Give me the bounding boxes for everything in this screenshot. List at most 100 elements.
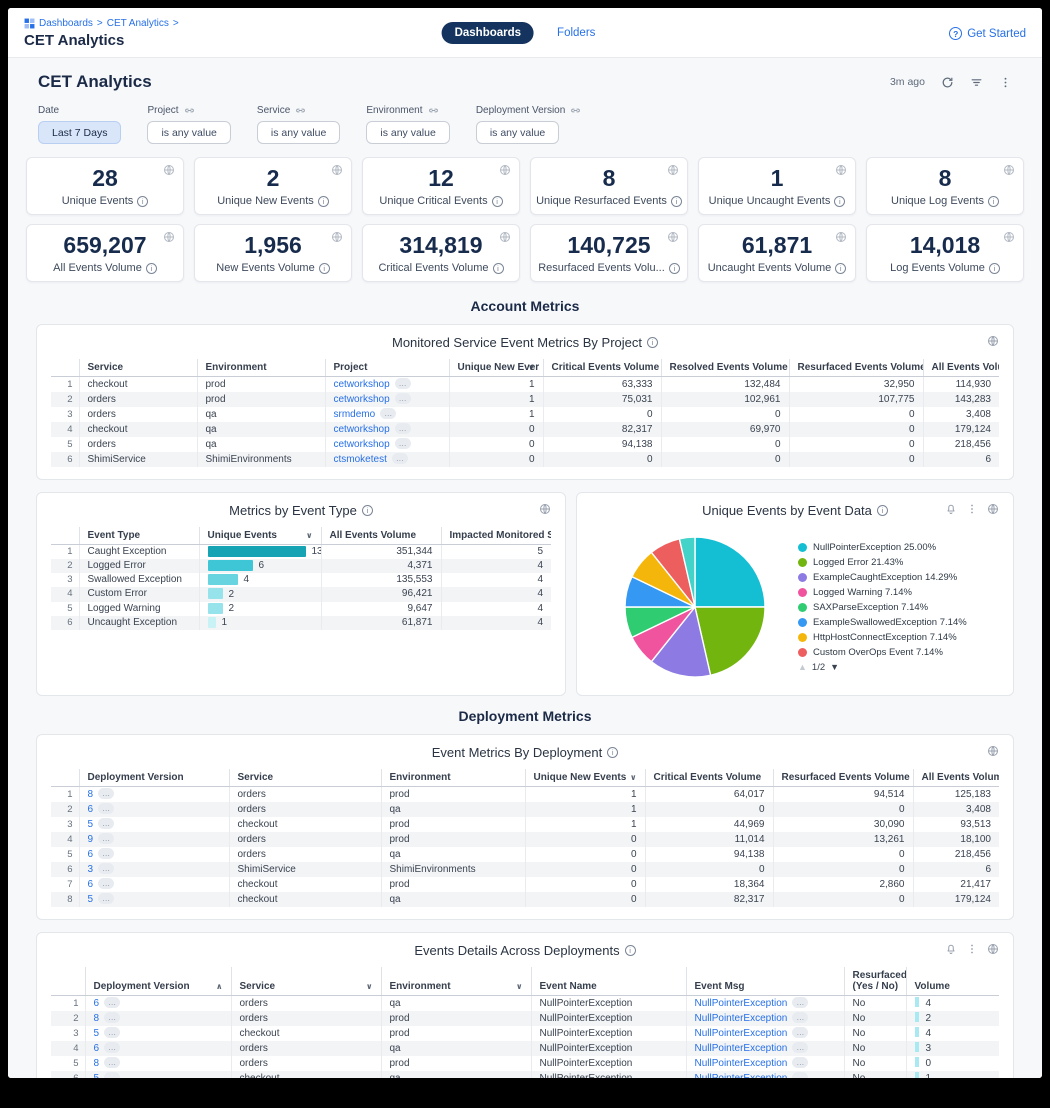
info-icon[interactable]: i <box>834 196 845 207</box>
ellipsis-badge[interactable]: … <box>104 1057 120 1068</box>
cell-link[interactable]: 9 <box>88 834 94 845</box>
ellipsis-badge[interactable]: … <box>792 997 808 1008</box>
column-header-event-type[interactable]: Event Type <box>79 527 199 545</box>
column-header-resurfaced-events-volume[interactable]: Resurfaced Events Volume <box>773 769 913 787</box>
ellipsis-badge[interactable]: … <box>98 863 114 874</box>
column-header-unique-events[interactable]: ∨Unique Events <box>199 527 321 545</box>
column-header-event-msg[interactable]: Event Msg <box>686 967 844 996</box>
ellipsis-badge[interactable]: … <box>98 788 114 799</box>
legend-item[interactable]: ExampleCaughtException 14.29% <box>798 572 978 584</box>
cell-link[interactable]: 8 <box>94 1013 100 1024</box>
refresh-icon[interactable] <box>941 76 954 89</box>
cell-link[interactable]: cetworkshop <box>334 439 390 450</box>
cell-link[interactable]: 5 <box>88 894 94 905</box>
info-icon[interactable]: i <box>877 505 888 516</box>
ellipsis-badge[interactable]: … <box>395 393 411 404</box>
globe-icon[interactable] <box>539 503 551 515</box>
column-header-all-events-volume[interactable]: All Events Volume <box>321 527 441 545</box>
kebab-menu-icon[interactable] <box>999 76 1012 89</box>
column-header-critical-events-volume[interactable]: Critical Events Volume <box>645 769 773 787</box>
info-icon[interactable]: i <box>669 263 680 274</box>
info-icon[interactable]: i <box>607 747 618 758</box>
ellipsis-badge[interactable]: … <box>395 423 411 434</box>
info-icon[interactable]: i <box>835 263 846 274</box>
column-header-event-name[interactable]: Event Name <box>531 967 686 996</box>
legend-page-up-icon[interactable]: ▲ <box>798 662 807 672</box>
cell-link[interactable]: NullPointerException <box>695 1013 788 1024</box>
cell-link[interactable]: ctsmoketest <box>334 454 387 465</box>
cell-link[interactable]: 5 <box>94 1028 100 1039</box>
legend-item[interactable]: ExampleSwallowedException 7.14% <box>798 617 978 629</box>
cell-link[interactable]: 6 <box>94 998 100 1009</box>
info-icon[interactable]: i <box>146 263 157 274</box>
column-header-volume[interactable]: Volume <box>906 967 999 996</box>
info-icon[interactable]: i <box>647 337 658 348</box>
breadcrumb-dashboards[interactable]: Dashboards <box>39 18 93 29</box>
legend-item[interactable]: NullPointerException 25.00% <box>798 542 978 554</box>
ellipsis-badge[interactable]: … <box>395 378 411 389</box>
cell-link[interactable]: 6 <box>88 849 94 860</box>
alert-bell-icon[interactable] <box>945 503 957 515</box>
legend-item[interactable]: HttpHostConnectException 7.14% <box>798 632 978 644</box>
globe-icon[interactable] <box>987 335 999 347</box>
cell-link[interactable]: cetworkshop <box>334 424 390 435</box>
ellipsis-badge[interactable]: … <box>98 833 114 844</box>
globe-icon[interactable] <box>835 164 847 176</box>
column-header-all-events-volume[interactable]: All Events Volume <box>923 359 999 377</box>
globe-icon[interactable] <box>331 164 343 176</box>
filter-icon[interactable] <box>970 76 983 89</box>
column-header-deployment-version[interactable]: Deployment Version <box>79 769 229 787</box>
cell-link[interactable]: 3 <box>88 864 94 875</box>
globe-icon[interactable] <box>331 231 343 243</box>
ellipsis-badge[interactable]: … <box>104 1072 120 1078</box>
cell-link[interactable]: 8 <box>94 1058 100 1069</box>
column-header-impacted-monitored-services[interactable]: Impacted Monitored Services <box>441 527 551 545</box>
sort-down-icon[interactable]: ∨ <box>630 773 637 782</box>
column-header-resurfaced[interactable]: Resurfaced(Yes / No) <box>844 967 906 996</box>
globe-icon[interactable] <box>1003 164 1015 176</box>
ellipsis-badge[interactable]: … <box>98 803 114 814</box>
info-icon[interactable]: i <box>989 263 1000 274</box>
column-header-environment[interactable]: Environment <box>197 359 325 377</box>
globe-icon[interactable] <box>499 164 511 176</box>
column-header-unique-new-events[interactable]: ∨Unique New Events <box>525 769 645 787</box>
cell-link[interactable]: cetworkshop <box>334 379 390 390</box>
column-header-unique-new-ever[interactable]: ∨Unique New Ever <box>449 359 543 377</box>
column-header-deployment-version[interactable]: ∧Deployment Version <box>85 967 231 996</box>
ellipsis-badge[interactable]: … <box>104 1042 120 1053</box>
cell-link[interactable]: NullPointerException <box>695 1073 788 1078</box>
cell-link[interactable]: NullPointerException <box>695 1043 788 1054</box>
legend-item[interactable]: Custom OverOps Event 7.14% <box>798 647 978 659</box>
cell-link[interactable]: NullPointerException <box>695 1028 788 1039</box>
filter-value-button[interactable]: Last 7 Days <box>38 121 121 144</box>
column-header-critical-events-volume[interactable]: Critical Events Volume <box>543 359 661 377</box>
legend-item[interactable]: SAXParseException 7.14% <box>798 602 978 614</box>
column-header-service[interactable]: Service <box>79 359 197 377</box>
filter-value-button[interactable]: is any value <box>257 121 340 144</box>
sort-down-icon[interactable]: ∨ <box>366 982 373 991</box>
ellipsis-badge[interactable]: … <box>104 997 120 1008</box>
kebab-menu-icon[interactable] <box>966 943 978 955</box>
info-icon[interactable]: i <box>318 196 329 207</box>
ellipsis-badge[interactable]: … <box>792 1057 808 1068</box>
ellipsis-badge[interactable]: … <box>98 818 114 829</box>
ellipsis-badge[interactable]: … <box>98 878 114 889</box>
globe-icon[interactable] <box>667 231 679 243</box>
info-icon[interactable]: i <box>137 196 148 207</box>
ellipsis-badge[interactable]: … <box>792 1027 808 1038</box>
cell-link[interactable]: 5 <box>94 1073 100 1078</box>
ellipsis-badge[interactable]: … <box>98 893 114 904</box>
globe-icon[interactable] <box>667 164 679 176</box>
tab-dashboards[interactable]: Dashboards <box>442 22 534 44</box>
ellipsis-badge[interactable]: … <box>380 408 396 419</box>
ellipsis-badge[interactable]: … <box>392 453 408 464</box>
kebab-menu-icon[interactable] <box>966 503 978 515</box>
ellipsis-badge[interactable]: … <box>98 848 114 859</box>
cell-link[interactable]: 6 <box>88 879 94 890</box>
ellipsis-badge[interactable]: … <box>792 1072 808 1078</box>
globe-icon[interactable] <box>1003 231 1015 243</box>
globe-icon[interactable] <box>835 231 847 243</box>
pie-chart[interactable] <box>612 531 778 683</box>
column-header-project[interactable]: Project <box>325 359 449 377</box>
cell-link[interactable]: 6 <box>94 1043 100 1054</box>
